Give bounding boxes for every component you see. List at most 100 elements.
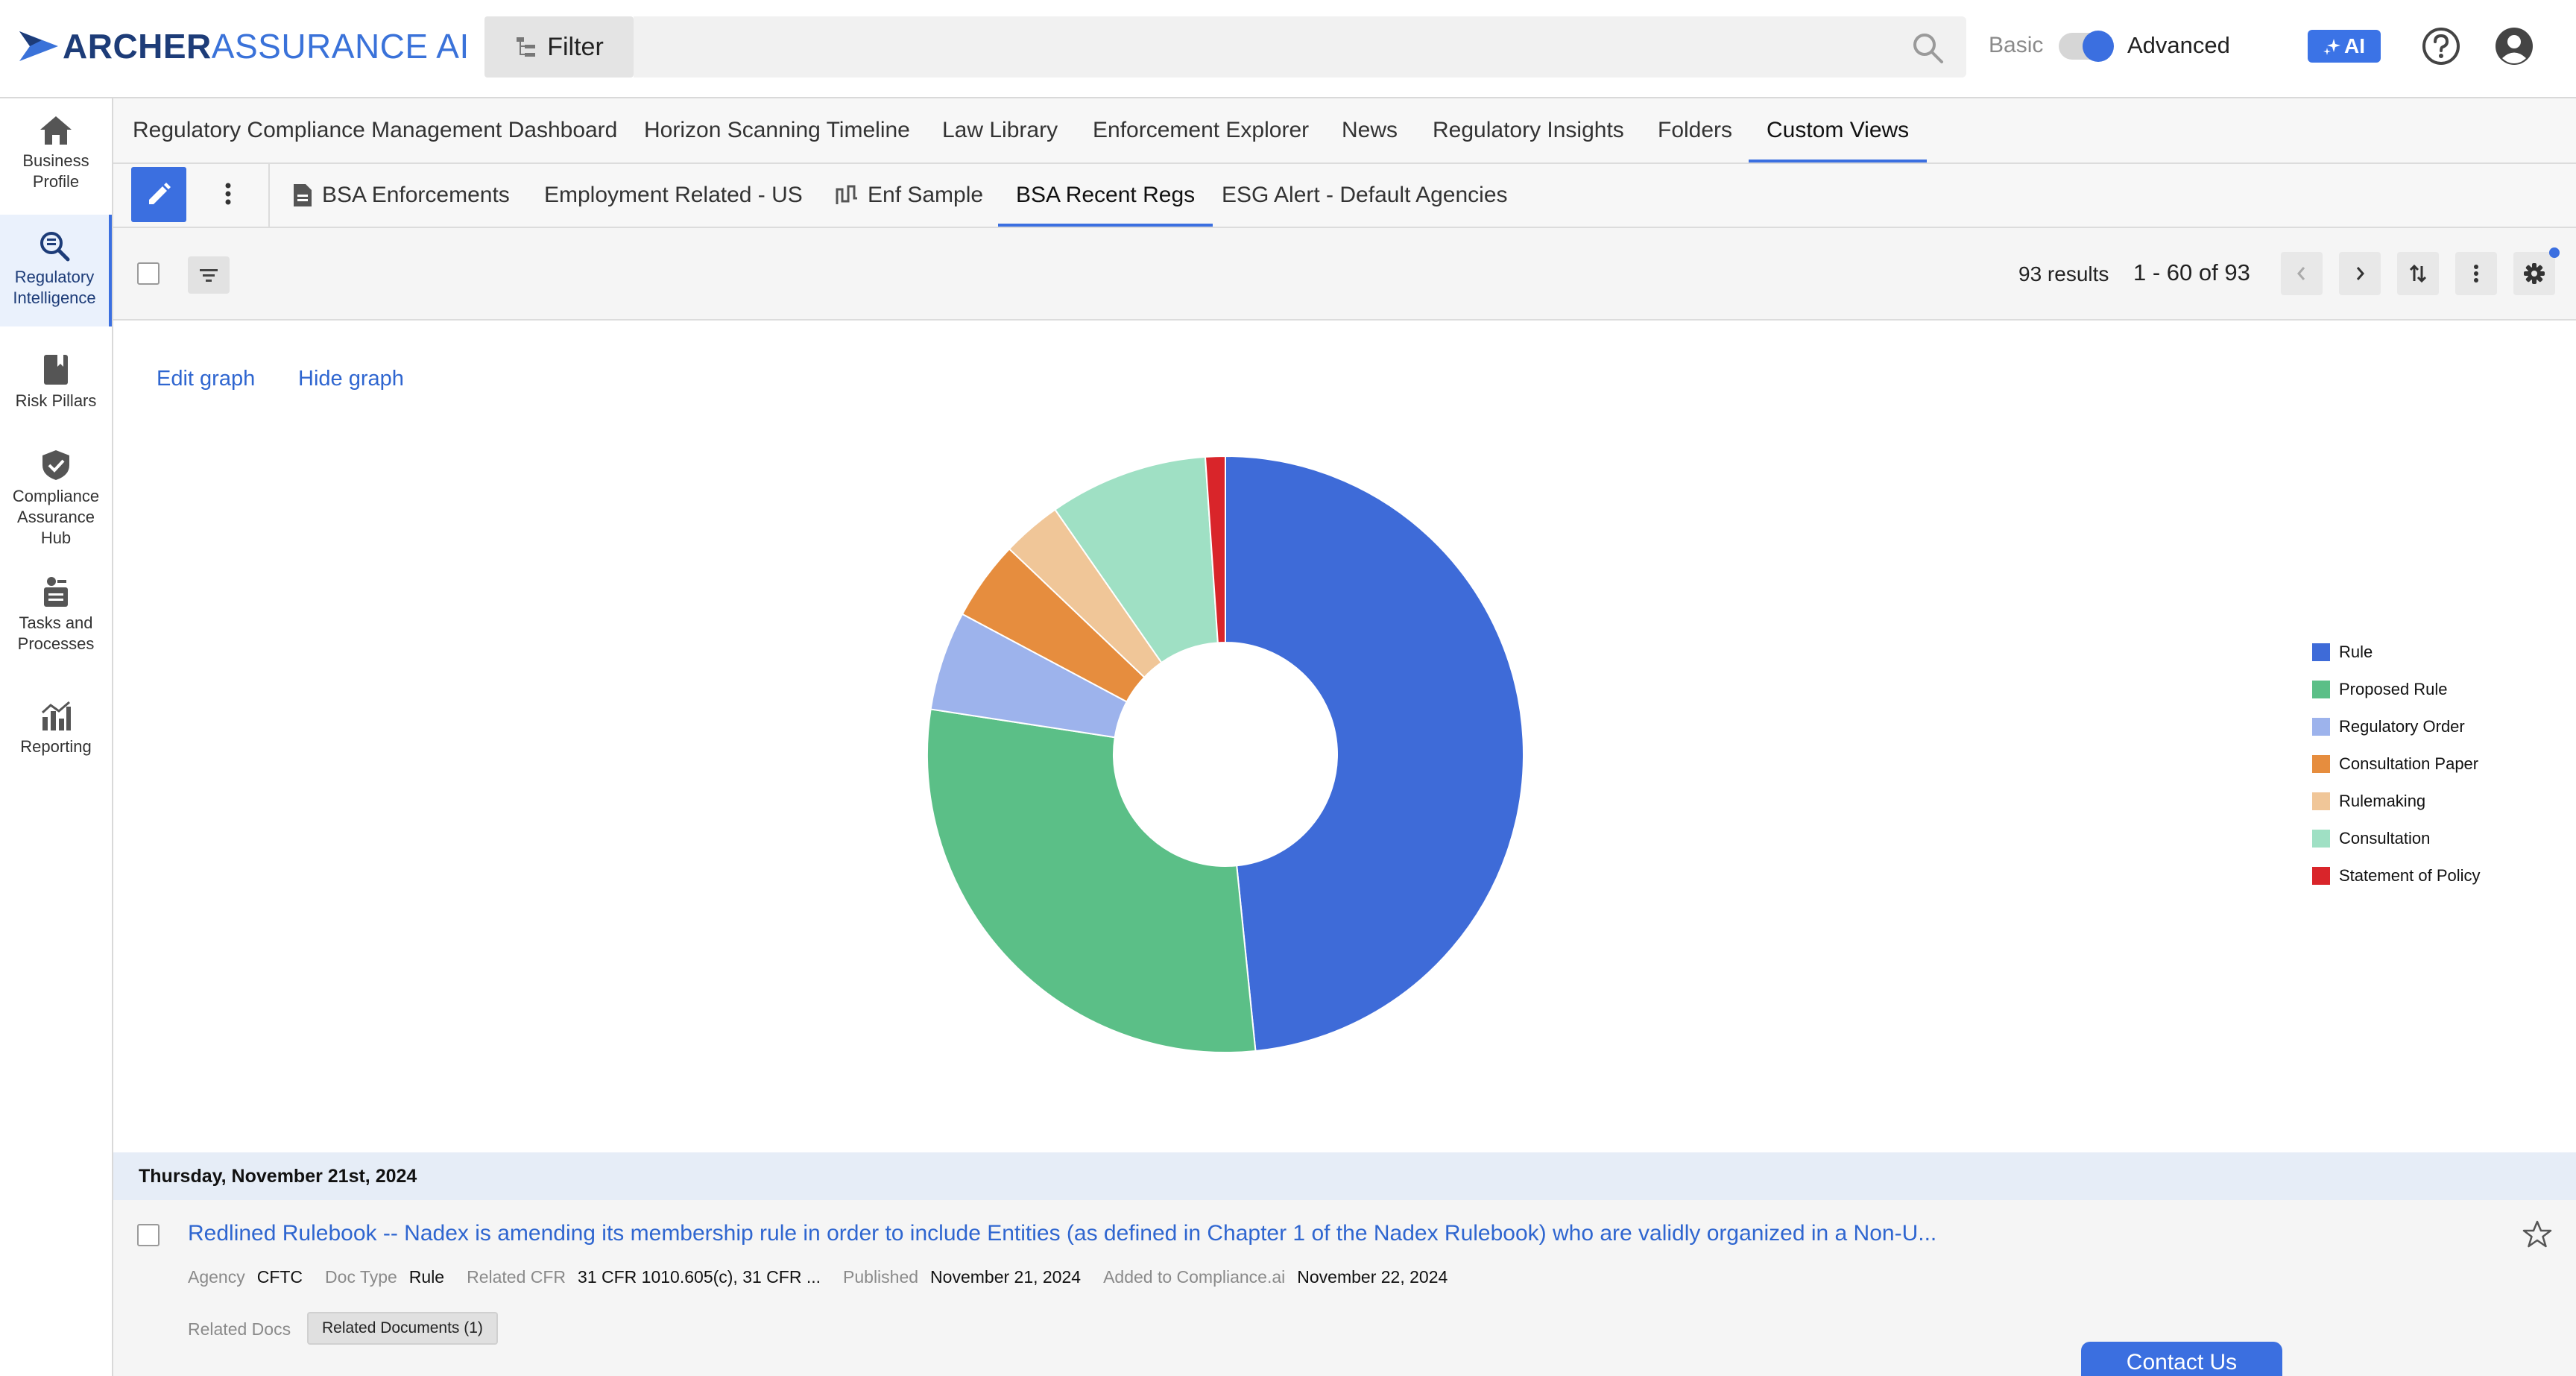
- left-sidebar: Business Profile Regulatory Intelligence…: [0, 98, 113, 1376]
- donut-slice-rule[interactable]: [1225, 455, 1524, 1052]
- mode-advanced-label[interactable]: Advanced: [2127, 32, 2230, 59]
- chevron-left-icon: [2297, 267, 2305, 280]
- donut-slice-proposed-rule[interactable]: [926, 708, 1257, 1053]
- legend-item[interactable]: Consultation: [2312, 820, 2481, 857]
- search-icon[interactable]: [1911, 31, 1944, 64]
- related-cfr-label: Related CFR: [467, 1267, 566, 1287]
- row-checkbox[interactable]: [137, 1224, 160, 1246]
- legend-swatch: [2312, 643, 2330, 661]
- legend-swatch: [2312, 792, 2330, 810]
- legend-item[interactable]: Proposed Rule: [2312, 671, 2481, 708]
- more-vertical-icon: [2474, 265, 2478, 283]
- tab-label: Horizon Scanning Timeline: [644, 118, 910, 142]
- tab-label: Regulatory Insights: [1433, 118, 1624, 142]
- account-icon[interactable]: [2494, 26, 2534, 66]
- legend-item[interactable]: Rulemaking: [2312, 783, 2481, 820]
- results-count: 93 results: [2018, 262, 2109, 285]
- doc-type-label: Doc Type: [325, 1267, 397, 1287]
- top-bar: ARCHERASSURANCE AI Filter Basic Advanced…: [0, 0, 2576, 98]
- doc-type-donut-chart: [926, 455, 1524, 1053]
- book-icon: [44, 355, 68, 385]
- legend-swatch: [2312, 681, 2330, 698]
- views-menu-button[interactable]: [210, 176, 246, 212]
- tab-news[interactable]: News: [1342, 98, 1398, 162]
- list-options-button[interactable]: [2455, 252, 2497, 295]
- tab-label: Regulatory Compliance Management Dashboa…: [133, 118, 618, 142]
- settings-notification-dot: [2549, 247, 2560, 258]
- search-bar: [634, 16, 1966, 78]
- tab-law-library[interactable]: Law Library: [942, 98, 1058, 162]
- document-icon: [294, 184, 312, 206]
- contact-us-button[interactable]: Contact Us: [2081, 1342, 2282, 1376]
- shield-check-icon: [42, 450, 69, 480]
- date-group-header: Thursday, November 21st, 2024: [113, 1152, 2576, 1200]
- tab-label: Enforcement Explorer: [1093, 118, 1310, 142]
- select-all-checkbox[interactable]: [137, 262, 160, 285]
- legend-swatch: [2312, 755, 2330, 773]
- added-label: Added to Compliance.ai: [1103, 1267, 1286, 1287]
- mode-basic-label[interactable]: Basic: [1989, 33, 2043, 58]
- tab-custom-views[interactable]: Custom Views: [1748, 98, 1928, 162]
- sidebar-item-label: Compliance Assurance Hub: [12, 487, 100, 547]
- tab-divider: [268, 164, 270, 228]
- related-documents-chip[interactable]: Related Documents (1): [307, 1312, 498, 1345]
- tab-enforcement-explorer[interactable]: Enforcement Explorer: [1093, 98, 1309, 162]
- help-icon[interactable]: [2421, 26, 2461, 66]
- clipboard-icon: [44, 577, 68, 607]
- search-mode-toggle[interactable]: [2059, 31, 2114, 62]
- tab-esg-alert[interactable]: ESG Alert - Default Agencies: [1222, 164, 1508, 227]
- sidebar-item-label: Reporting: [20, 737, 92, 756]
- gear-icon: [2524, 263, 2545, 284]
- tab-bsa-recent-regs[interactable]: BSA Recent Regs: [997, 164, 1213, 227]
- tab-enf-sample[interactable]: Enf Sample: [835, 164, 983, 227]
- legend-item[interactable]: Statement of Policy: [2312, 857, 2481, 894]
- list-filter-button[interactable]: [188, 256, 230, 294]
- document-title-link[interactable]: Redlined Rulebook -- Nadex is amending i…: [188, 1221, 1936, 1246]
- tab-folders[interactable]: Folders: [1658, 98, 1732, 162]
- legend-item[interactable]: Regulatory Order: [2312, 708, 2481, 745]
- doc-type-value: Rule: [408, 1267, 445, 1287]
- search-input[interactable]: [634, 16, 1966, 78]
- star-icon[interactable]: [2522, 1219, 2552, 1249]
- tab-label: BSA Enforcements: [322, 183, 510, 207]
- sidebar-item-tasks-and-processes[interactable]: Tasks and Processes: [0, 575, 112, 672]
- app-logo[interactable]: ARCHERASSURANCE AI: [19, 27, 470, 66]
- toggle-knob: [2083, 31, 2114, 62]
- sparkle-icon: [2323, 39, 2340, 55]
- sidebar-item-compliance-assurance-hub[interactable]: Compliance Assurance Hub: [0, 449, 112, 561]
- document-metadata: Agency CFTC Doc Type Rule Related CFR 31…: [188, 1267, 1470, 1287]
- next-page-button[interactable]: [2339, 252, 2381, 295]
- tab-employment-related-us[interactable]: Employment Related - US: [544, 164, 803, 227]
- custom-view-tab-bar: BSA Enforcements Employment Related - US…: [113, 164, 2576, 228]
- tab-label: Folders: [1658, 118, 1733, 142]
- agency-label: Agency: [188, 1267, 245, 1287]
- sidebar-item-business-profile[interactable]: Business Profile: [0, 115, 112, 203]
- sidebar-item-risk-pillars[interactable]: Risk Pillars: [0, 353, 112, 428]
- chart-icon: [41, 701, 71, 730]
- edit-views-button[interactable]: [131, 167, 186, 222]
- added-value: November 22, 2024: [1297, 1267, 1448, 1287]
- sidebar-item-reporting[interactable]: Reporting: [0, 701, 112, 783]
- logo-text-primary: ARCHER: [63, 27, 212, 66]
- legend-item[interactable]: Consultation Paper: [2312, 745, 2481, 783]
- sidebar-item-regulatory-intelligence[interactable]: Regulatory Intelligence: [0, 215, 112, 326]
- filter-tree-icon: [517, 37, 536, 57]
- tab-horizon-scanning-timeline[interactable]: Horizon Scanning Timeline: [644, 98, 910, 162]
- graph-panel: Edit graph Hide graph Rule Proposed Rule R…: [113, 321, 2576, 1152]
- prev-page-button[interactable]: [2281, 252, 2323, 295]
- tab-label: ESG Alert - Default Agencies: [1222, 183, 1508, 207]
- legend-swatch: [2312, 718, 2330, 736]
- tab-regulatory-insights[interactable]: Regulatory Insights: [1433, 98, 1624, 162]
- sort-button[interactable]: [2397, 252, 2439, 295]
- ai-button[interactable]: AI: [2308, 30, 2381, 63]
- tab-bsa-enforcements[interactable]: BSA Enforcements: [292, 164, 510, 227]
- tab-label: News: [1342, 118, 1398, 142]
- legend-item[interactable]: Rule: [2312, 634, 2481, 671]
- results-range: 1 - 60 of 93: [2133, 259, 2250, 285]
- home-icon: [40, 116, 72, 145]
- filter-lines-icon: [200, 269, 218, 282]
- filter-button[interactable]: Filter: [484, 16, 634, 78]
- legend-label: Statement of Policy: [2339, 866, 2481, 885]
- tab-regulatory-compliance-dashboard[interactable]: Regulatory Compliance Management Dashboa…: [133, 98, 617, 162]
- settings-button[interactable]: [2513, 247, 2560, 295]
